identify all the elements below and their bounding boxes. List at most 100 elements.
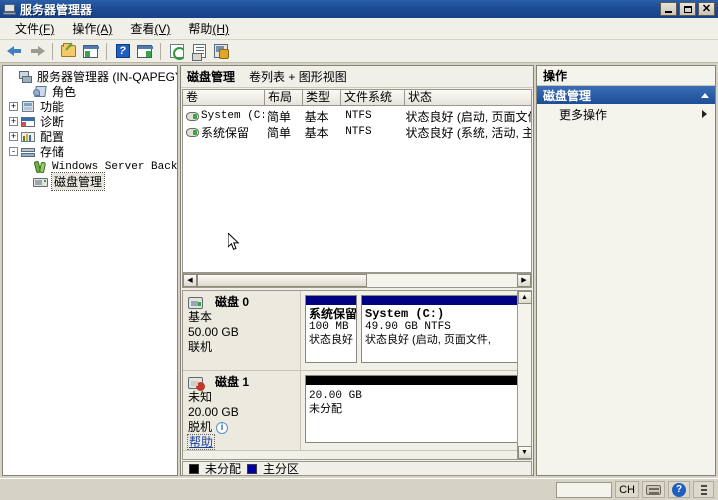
volume-icon xyxy=(186,128,199,137)
console-tree[interactable]: 服务器管理器 (IN-QAPEGYC6) 角色 + 功能 + 诊断 + 配置 -… xyxy=(2,65,178,476)
ime-help-button[interactable]: ? xyxy=(668,481,690,498)
properties-button[interactable] xyxy=(188,41,209,61)
tree-item-features[interactable]: + 功能 xyxy=(3,99,177,114)
maximize-button[interactable] xyxy=(679,2,696,16)
disk-name: 磁盘 1 xyxy=(215,375,249,390)
partition-unallocated[interactable]: 20.00 GB 未分配 xyxy=(305,375,525,443)
disk-size: 50.00 GB xyxy=(188,325,300,340)
tree-item-configuration[interactable]: + 配置 xyxy=(3,129,177,144)
column-header-volume[interactable]: 卷 xyxy=(183,90,265,105)
cell-type: 基本 xyxy=(302,108,340,125)
scroll-down-arrow-icon[interactable]: ▼ xyxy=(518,446,532,459)
scrollbar-track[interactable] xyxy=(367,274,517,287)
help-circle-icon: ? xyxy=(672,483,686,497)
table-row[interactable]: System (C:) 简单 基本 NTFS 状态良好 (启动, 页面文件, 故 xyxy=(183,108,531,124)
column-header-layout[interactable]: 布局 xyxy=(265,90,303,105)
menu-item-action-label: 操作 xyxy=(72,22,96,36)
info-icon[interactable]: i xyxy=(216,422,228,434)
minimize-button[interactable] xyxy=(660,2,677,16)
tree-expander-diagnostics[interactable]: + xyxy=(9,117,18,126)
ime-input-field[interactable] xyxy=(556,482,612,498)
legend: 未分配 主分区 xyxy=(182,461,532,476)
graphical-view-vertical-scrollbar[interactable]: ▲ ▼ xyxy=(517,290,532,460)
tree-expander-features[interactable]: + xyxy=(9,102,18,111)
menu-item-action[interactable]: 操作(A) xyxy=(63,18,121,39)
forward-icon xyxy=(29,43,45,59)
scrollbar-thumb[interactable] xyxy=(197,274,367,287)
help-link[interactable]: 帮助 xyxy=(188,435,214,449)
column-header-type[interactable]: 类型 xyxy=(303,90,341,105)
chevron-right-icon xyxy=(702,110,707,118)
up-folder-button[interactable] xyxy=(58,41,79,61)
tree-item-diagnostics[interactable]: + 诊断 xyxy=(3,114,177,129)
tree-expander-storage[interactable]: - xyxy=(9,147,18,156)
column-header-status[interactable]: 状态 xyxy=(405,90,531,105)
tree-item-windows-server-backup[interactable]: Windows Server Backup xyxy=(3,159,177,174)
actions-pane: 操作 磁盘管理 更多操作 xyxy=(536,65,716,476)
tree-item-storage[interactable]: - 存储 xyxy=(3,144,177,159)
column-header-filesystem[interactable]: 文件系统 xyxy=(341,90,405,105)
ime-language-button[interactable]: CH xyxy=(615,481,639,498)
tree-item-disk-management[interactable]: 磁盘管理 xyxy=(3,174,177,189)
disk-type: 基本 xyxy=(188,310,300,325)
disk-management-icon xyxy=(33,175,49,189)
tree-item-windows-server-backup-label: Windows Server Backup xyxy=(52,161,178,173)
cell-filesystem: NTFS xyxy=(339,126,402,138)
forward-button[interactable] xyxy=(26,41,47,61)
action-item-more-actions[interactable]: 更多操作 xyxy=(537,104,715,124)
partition-size: 49.90 GB NTFS xyxy=(365,321,521,334)
graphical-view[interactable]: 磁盘 0 基本 50.00 GB 联机 系统保留 100 MB NT 状态良好 xyxy=(182,290,532,460)
tree-item-server-manager[interactable]: 服务器管理器 (IN-QAPEGYC6) xyxy=(3,69,177,84)
partition-size: 20.00 GB xyxy=(309,390,521,403)
menu-item-view[interactable]: 查看(V) xyxy=(121,18,179,39)
help-icon: ? xyxy=(115,43,131,59)
menu-item-file[interactable]: 文件(F) xyxy=(6,18,63,39)
volume-list[interactable]: 卷 布局 类型 文件系统 状态 System (C:) 简单 基本 NTFS 状… xyxy=(182,89,532,273)
scroll-up-arrow-icon[interactable]: ▲ xyxy=(518,291,532,304)
scroll-left-arrow-icon[interactable]: ◀ xyxy=(183,274,197,287)
volume-icon xyxy=(186,112,199,121)
volume-list-horizontal-scrollbar[interactable]: ◀ ▶ xyxy=(182,273,532,288)
scroll-right-arrow-icon[interactable]: ▶ xyxy=(517,274,531,287)
disk-block-0[interactable]: 磁盘 0 基本 50.00 GB 联机 系统保留 100 MB NT 状态良好 xyxy=(183,291,531,371)
actions-group-disk-management[interactable]: 磁盘管理 xyxy=(537,86,715,104)
ime-options-button[interactable] xyxy=(693,481,714,498)
partition-status: 状态良好 (启动, 页面文件, xyxy=(365,334,521,347)
show-hide-console-tree-button[interactable] xyxy=(80,41,101,61)
disk-block-1[interactable]: 磁盘 1 未知 20.00 GB 脱机 i 帮助 20.00 GB xyxy=(183,371,531,451)
refresh-button[interactable] xyxy=(166,41,187,61)
close-button[interactable]: ✕ xyxy=(698,2,715,16)
menu-item-help[interactable]: 帮助(H) xyxy=(179,18,238,39)
menu-item-file-accel: (F) xyxy=(39,22,54,36)
tree-expander xyxy=(6,72,15,81)
advanced-button[interactable] xyxy=(210,41,231,61)
legend-label-primary: 主分区 xyxy=(263,460,299,477)
tree-item-roles[interactable]: 角色 xyxy=(3,84,177,99)
tree-expander-configuration[interactable]: + xyxy=(9,132,18,141)
toolbar-separator xyxy=(160,43,161,60)
table-row[interactable]: 系统保留 简单 基本 NTFS 状态良好 (系统, 活动, 主分区 xyxy=(183,124,531,140)
ime-keyboard-button[interactable] xyxy=(642,481,665,498)
partition-color-bar xyxy=(306,376,524,385)
chevron-up-icon[interactable] xyxy=(701,93,709,98)
toolbar-separator xyxy=(106,43,107,60)
help-button[interactable]: ? xyxy=(112,41,133,61)
volume-list-header: 卷 布局 类型 文件系统 状态 xyxy=(183,90,531,106)
partition-size: 100 MB NT xyxy=(309,321,353,334)
title-bar[interactable]: 服务器管理器 ✕ xyxy=(0,0,718,18)
status-bar: CH ? xyxy=(0,478,718,500)
back-button[interactable] xyxy=(4,41,25,61)
storage-icon xyxy=(21,145,37,159)
window-controls: ✕ xyxy=(660,2,715,16)
actions-pane-title: 操作 xyxy=(537,66,715,86)
action-item-label: 更多操作 xyxy=(559,106,607,123)
back-icon xyxy=(7,43,23,59)
properties-icon xyxy=(191,43,207,59)
show-hide-action-pane-button[interactable] xyxy=(134,41,155,61)
disk-type: 未知 xyxy=(188,390,300,405)
partition-system-reserved[interactable]: 系统保留 100 MB NT 状态良好 xyxy=(305,295,357,363)
ime-options-icon xyxy=(699,484,709,496)
disk-management-pane: 磁盘管理 卷列表 + 图形视图 卷 布局 类型 文件系统 状态 System (… xyxy=(180,65,534,476)
cell-type: 基本 xyxy=(302,124,340,141)
partition-system-c[interactable]: System (C:) 49.90 GB NTFS 状态良好 (启动, 页面文件… xyxy=(361,295,525,363)
